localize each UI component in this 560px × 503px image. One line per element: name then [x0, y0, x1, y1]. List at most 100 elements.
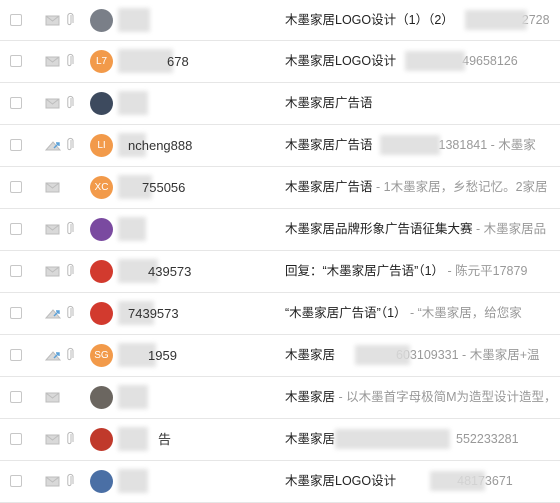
- subject-text: “木墨家居广告语”（1）: [285, 306, 407, 320]
- summary-text: 1381841 - 木墨家: [438, 138, 536, 152]
- mail-subject: 木墨家居 - 以木墨首字母极简M为造型设计造型，: [285, 377, 560, 418]
- list-item[interactable]: 告 木墨家居 552233281: [0, 419, 560, 461]
- list-item[interactable]: SG 1959 木墨家居 603109331 - 木墨家居+温: [0, 335, 560, 377]
- redaction-blur: [118, 427, 148, 451]
- subject-text: 木墨家居广告语: [285, 180, 373, 194]
- mail-list: 木墨家居LOGO设计（1）（2） 2728 L7 678 木墨家居LOGO设计 49658…: [0, 0, 560, 503]
- select-checkbox[interactable]: [10, 265, 22, 277]
- redaction-blur: [118, 385, 148, 409]
- envelope-read-icon: [45, 392, 60, 403]
- envelope-read-icon: [45, 224, 60, 235]
- select-checkbox[interactable]: [10, 97, 22, 109]
- avatar: [90, 302, 113, 325]
- sender-name: 7439573: [128, 306, 179, 321]
- avatar: L7: [90, 50, 113, 73]
- list-item[interactable]: 木墨家居品牌形象广告语征集大赛 - 木墨家居品: [0, 209, 560, 251]
- avatar: [90, 428, 113, 451]
- summary-text: - 以木墨首字母极简M为造型设计造型，: [335, 390, 557, 404]
- summary-text: 552233281: [456, 432, 519, 446]
- redaction-blur: [405, 51, 465, 71]
- select-checkbox[interactable]: [10, 391, 22, 403]
- subject-text: 木墨家居品牌形象广告语征集大赛: [285, 222, 473, 236]
- select-checkbox[interactable]: [10, 181, 22, 193]
- redaction-blur: [465, 10, 527, 30]
- list-item[interactable]: LI ncheng888 木墨家居广告语 1381841 - 木墨家: [0, 125, 560, 167]
- summary-text: - 木墨家居品: [472, 222, 547, 236]
- envelope-reply-icon: [45, 309, 61, 319]
- list-item[interactable]: 木墨家居 - 以木墨首字母极简M为造型设计造型，: [0, 377, 560, 419]
- envelope-read-icon: [45, 98, 60, 109]
- subject-text: 木墨家居: [285, 432, 336, 446]
- attachment-icon: [67, 221, 74, 235]
- select-checkbox[interactable]: [10, 307, 22, 319]
- envelope-read-icon: [45, 476, 60, 487]
- select-checkbox[interactable]: [10, 55, 22, 67]
- subject-text: 木墨家居: [285, 348, 336, 362]
- avatar: [90, 386, 113, 409]
- summary-text: 49658126: [462, 54, 518, 68]
- envelope-reply-icon: [45, 351, 61, 361]
- sender-name: 678: [167, 54, 189, 69]
- redaction-blur: [118, 217, 146, 241]
- select-checkbox[interactable]: [10, 349, 22, 361]
- subject-text: 回复：“木墨家居广告语”（1）: [285, 264, 445, 278]
- attachment-icon: [67, 431, 74, 445]
- mail-subject: 回复：“木墨家居广告语”（1） - 陈元平17879: [285, 251, 560, 292]
- attachment-icon: [67, 53, 74, 67]
- attachment-icon: [67, 12, 74, 26]
- envelope-read-icon: [45, 266, 60, 277]
- redaction-blur: [118, 8, 150, 32]
- mail-subject: 木墨家居品牌形象广告语征集大赛 - 木墨家居品: [285, 209, 560, 250]
- sender-name: 1959: [148, 348, 177, 363]
- list-item[interactable]: 7439573 “木墨家居广告语”（1） - “木墨家居，给您家: [0, 293, 560, 335]
- attachment-icon: [67, 263, 74, 277]
- subject-text: 木墨家居广告语: [285, 138, 373, 152]
- sender-name: 告: [158, 432, 172, 447]
- mail-subject: 木墨家居 603109331 - 木墨家居+温: [285, 335, 560, 376]
- redaction-blur: [118, 49, 173, 73]
- subject-text: 木墨家居LOGO设计: [285, 54, 397, 68]
- envelope-reply-icon: [45, 141, 61, 151]
- avatar: [90, 218, 113, 241]
- attachment-icon: [67, 137, 74, 151]
- summary-text: - 陈元平17879: [444, 264, 528, 278]
- avatar: XC: [90, 176, 113, 199]
- summary-text: - “木墨家居，给您家: [406, 306, 522, 320]
- sender-name: 439573: [148, 264, 192, 279]
- avatar: [90, 470, 113, 493]
- list-item[interactable]: 439573 回复：“木墨家居广告语”（1） - 陈元平17879: [0, 251, 560, 293]
- select-checkbox[interactable]: [10, 475, 22, 487]
- avatar: [90, 9, 113, 32]
- avatar: SG: [90, 344, 113, 367]
- avatar: LI: [90, 134, 113, 157]
- list-item[interactable]: 木墨家居LOGO设计（1）（2） 2728: [0, 0, 560, 41]
- avatar: [90, 92, 113, 115]
- mail-subject: 木墨家居广告语 - 1木墨家居，乡愁记忆。2家居: [285, 167, 560, 208]
- attachment-icon: [67, 95, 74, 109]
- envelope-read-icon: [45, 434, 60, 445]
- list-item[interactable]: XC 755056 木墨家居广告语 - 1木墨家居，乡愁记忆。2家居: [0, 167, 560, 209]
- list-item[interactable]: 木墨家居广告语: [0, 83, 560, 125]
- subject-text: 木墨家居LOGO设计: [285, 474, 397, 488]
- sender-name: 755056: [142, 180, 186, 195]
- avatar: [90, 260, 113, 283]
- subject-text: 木墨家居广告语: [285, 96, 373, 110]
- attachment-icon: [67, 347, 74, 361]
- envelope-read-icon: [45, 56, 60, 67]
- select-checkbox[interactable]: [10, 433, 22, 445]
- attachment-icon: [67, 305, 74, 319]
- envelope-read-icon: [45, 182, 60, 193]
- subject-text: 木墨家居: [285, 390, 336, 404]
- redaction-blur: [118, 469, 148, 493]
- redaction-blur: [118, 91, 148, 115]
- redaction-blur: [380, 135, 440, 155]
- select-checkbox[interactable]: [10, 14, 22, 26]
- mail-subject: 木墨家居广告语: [285, 83, 560, 124]
- select-checkbox[interactable]: [10, 139, 22, 151]
- select-checkbox[interactable]: [10, 223, 22, 235]
- list-item[interactable]: L7 678 木墨家居LOGO设计 49658126: [0, 41, 560, 83]
- mail-subject: 木墨家居LOGO设计48173671: [285, 461, 560, 502]
- redaction-blur: [355, 345, 410, 365]
- sender-name: ncheng888: [128, 138, 193, 153]
- envelope-read-icon: [45, 15, 60, 26]
